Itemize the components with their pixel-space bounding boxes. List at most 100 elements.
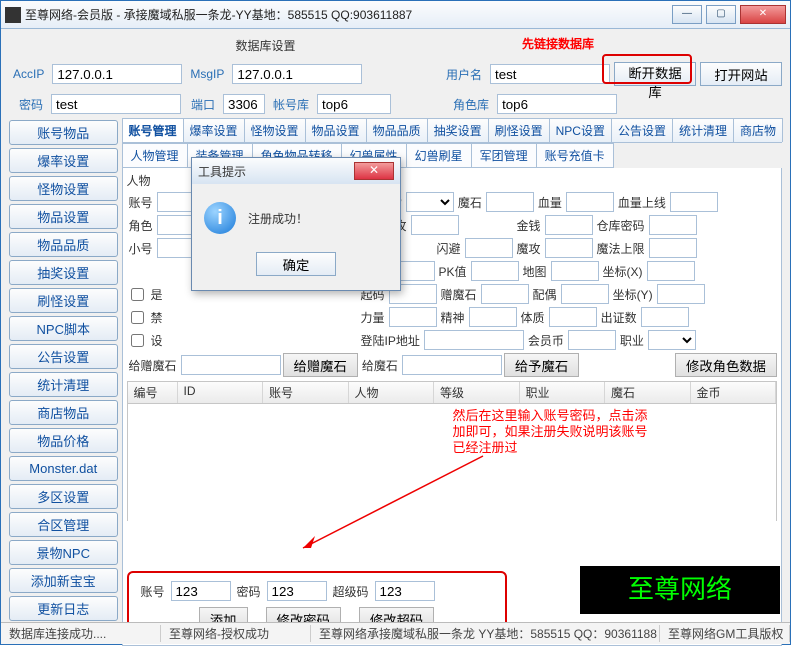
inp-dlip[interactable]	[424, 330, 524, 350]
tab-10[interactable]: 商店物	[733, 118, 783, 142]
col-5[interactable]: 职业	[520, 382, 606, 403]
sidebar-item-11[interactable]: 物品价格	[9, 428, 118, 453]
chk-isvip[interactable]	[131, 288, 144, 301]
tab-3[interactable]: 物品设置	[305, 118, 367, 142]
user-input[interactable]	[490, 64, 610, 84]
tab-5[interactable]: 抽奖设置	[427, 118, 489, 142]
lbl-role: 角色	[127, 217, 155, 234]
sidebar-item-10[interactable]: 商店物品	[9, 400, 118, 425]
sidebar-item-16[interactable]: 添加新宝宝	[9, 568, 118, 593]
lbl-sb: 闪避	[435, 240, 463, 257]
info-icon: i	[204, 202, 236, 234]
col-6[interactable]: 魔石	[605, 382, 691, 403]
subtab-0[interactable]: 人物管理	[122, 143, 188, 168]
col-1[interactable]: ID	[178, 382, 264, 403]
inp-mfsx[interactable]	[649, 238, 697, 258]
lbl-set: 设	[149, 332, 165, 349]
inp-bpwd[interactable]	[267, 581, 327, 601]
sidebar-item-17[interactable]: 更新日志	[9, 596, 118, 621]
inp-wg[interactable]	[411, 215, 459, 235]
lbl-tz: 体质	[519, 309, 547, 326]
roledb-input[interactable]	[497, 94, 617, 114]
lbl-ms: 魔石	[456, 194, 484, 211]
inp-bacc[interactable]	[171, 581, 231, 601]
inp-ms[interactable]	[486, 192, 534, 212]
lbl-mfsx: 魔法上限	[595, 240, 647, 257]
sidebar-item-7[interactable]: NPC脚本	[9, 316, 118, 341]
sidebar-item-9[interactable]: 统计清理	[9, 372, 118, 397]
sidebar-item-3[interactable]: 物品设置	[9, 204, 118, 229]
inp-ml[interactable]	[545, 238, 593, 258]
btn-modify-role[interactable]: 修改角色数据	[675, 353, 777, 377]
sidebar-item-14[interactable]: 合区管理	[9, 512, 118, 537]
pwd-label: 密码	[9, 96, 47, 113]
dialog-ok-button[interactable]: 确定	[256, 252, 336, 276]
btn-give-zms[interactable]: 给赠魔石	[283, 353, 358, 377]
chk-set[interactable]	[131, 334, 144, 347]
inp-dt[interactable]	[551, 261, 599, 281]
inp-lq[interactable]	[389, 307, 437, 327]
inp-sb[interactable]	[465, 238, 513, 258]
port-input[interactable]	[223, 94, 265, 114]
inp-ckmm[interactable]	[649, 215, 697, 235]
tab-0[interactable]: 账号管理	[122, 118, 184, 142]
subtab-5[interactable]: 军团管理	[471, 143, 537, 168]
subtab-6[interactable]: 账号充值卡	[536, 143, 614, 168]
tab-9[interactable]: 统计清理	[672, 118, 734, 142]
col-4[interactable]: 等级	[434, 382, 520, 403]
dialog-close-button[interactable]: ✕	[354, 162, 394, 180]
inp-zby[interactable]	[657, 284, 705, 304]
sidebar-item-6[interactable]: 刷怪设置	[9, 288, 118, 313]
btn-give-ms[interactable]: 给予魔石	[504, 353, 579, 377]
tab-2[interactable]: 怪物设置	[244, 118, 306, 142]
tab-6[interactable]: 刷怪设置	[488, 118, 550, 142]
minimize-button[interactable]: —	[672, 5, 702, 24]
col-0[interactable]: 编号	[128, 382, 178, 403]
sidebar-item-2[interactable]: 怪物设置	[9, 176, 118, 201]
inp-js[interactable]	[469, 307, 517, 327]
sidebar-item-15[interactable]: 景物NPC	[9, 540, 118, 565]
sidebar-item-8[interactable]: 公告设置	[9, 344, 118, 369]
col-2[interactable]: 账号	[263, 382, 349, 403]
accip-input[interactable]	[52, 64, 182, 84]
inp-xl[interactable]	[566, 192, 614, 212]
disconnect-db-button[interactable]: 断开数据库	[614, 62, 696, 86]
accdb-input[interactable]	[317, 94, 391, 114]
inp-jq[interactable]	[545, 215, 593, 235]
inp-xlsx[interactable]	[670, 192, 718, 212]
sidebar-item-5[interactable]: 抽奖设置	[9, 260, 118, 285]
col-7[interactable]: 金币	[691, 382, 777, 403]
inp-zms[interactable]	[481, 284, 529, 304]
maximize-button[interactable]: ▢	[706, 5, 736, 24]
sidebar-item-12[interactable]: Monster.dat	[9, 456, 118, 481]
lbl-czs: 出证数	[599, 309, 639, 326]
lbl-bacc: 账号	[139, 583, 167, 600]
sidebar-item-13[interactable]: 多区设置	[9, 484, 118, 509]
subtab-4[interactable]: 幻兽刷星	[406, 143, 472, 168]
sel-zy[interactable]	[648, 330, 696, 350]
inp-po[interactable]	[561, 284, 609, 304]
inp-pkz[interactable]	[471, 261, 519, 281]
inp-bsup[interactable]	[375, 581, 435, 601]
inp-czs[interactable]	[641, 307, 689, 327]
tab-4[interactable]: 物品品质	[366, 118, 428, 142]
col-3[interactable]: 人物	[349, 382, 435, 403]
inp-gms[interactable]	[402, 355, 502, 375]
pwd-input[interactable]	[51, 94, 181, 114]
close-button[interactable]: ✕	[740, 5, 786, 24]
tab-7[interactable]: NPC设置	[549, 118, 612, 142]
sel-vip[interactable]	[406, 192, 454, 212]
inp-tz[interactable]	[549, 307, 597, 327]
sidebar-item-4[interactable]: 物品品质	[9, 232, 118, 257]
sidebar-item-1[interactable]: 爆率设置	[9, 148, 118, 173]
tab-1[interactable]: 爆率设置	[183, 118, 245, 142]
lbl-ckmm: 仓库密码	[595, 217, 647, 234]
inp-hyn[interactable]	[568, 330, 616, 350]
tab-8[interactable]: 公告设置	[611, 118, 673, 142]
inp-zbx[interactable]	[647, 261, 695, 281]
sidebar-item-0[interactable]: 账号物品	[9, 120, 118, 145]
open-site-button[interactable]: 打开网站	[700, 62, 782, 86]
msgip-input[interactable]	[232, 64, 362, 84]
chk-ban[interactable]	[131, 311, 144, 324]
inp-gzms[interactable]	[181, 355, 281, 375]
